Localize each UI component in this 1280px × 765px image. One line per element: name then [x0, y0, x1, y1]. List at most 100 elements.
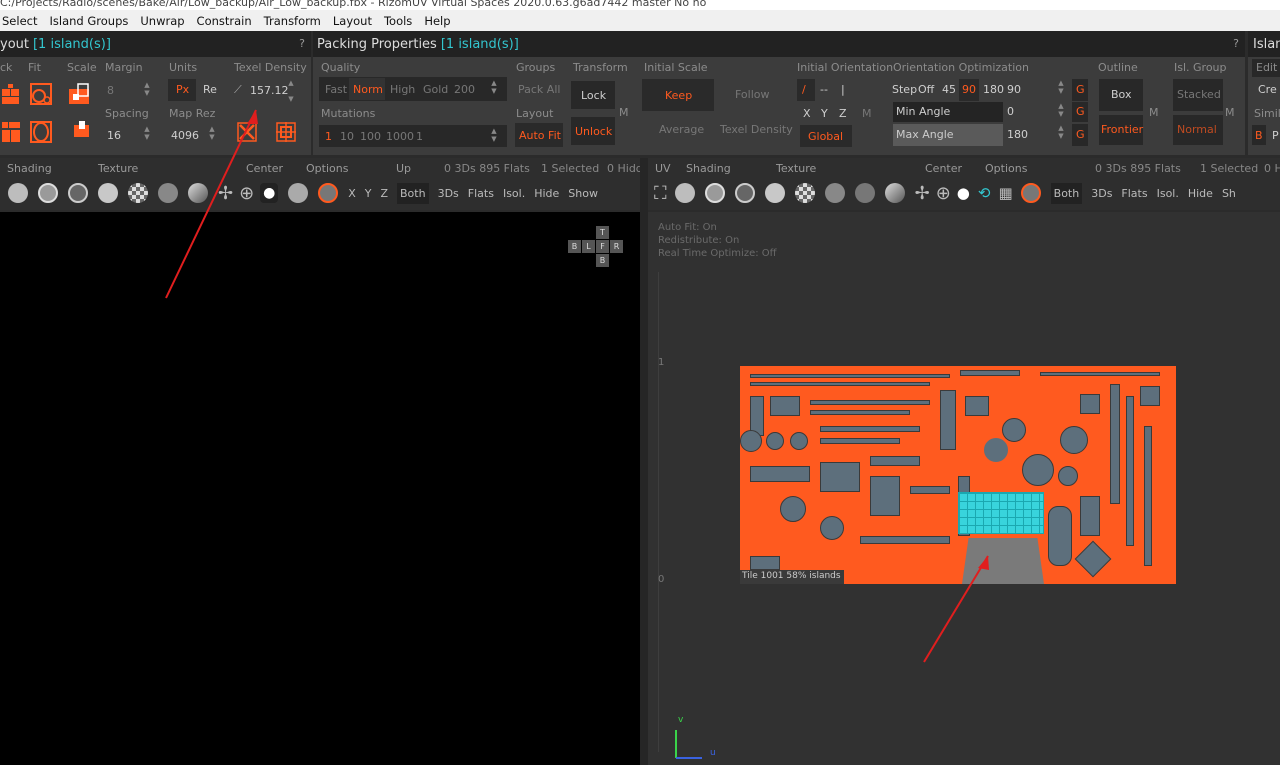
pack-icon[interactable] [0, 83, 22, 105]
uv-island[interactable] [1126, 396, 1134, 546]
3ds-button-3d[interactable]: 3Ds [438, 187, 459, 200]
p-button[interactable]: P [1272, 129, 1279, 142]
fit-icon[interactable] [30, 83, 52, 105]
fit-oval-icon[interactable] [30, 121, 52, 143]
lock-button[interactable]: Lock [571, 81, 615, 109]
uv-island[interactable] [1060, 426, 1088, 454]
uv-island[interactable] [770, 396, 800, 416]
axis-m[interactable]: M [862, 107, 872, 120]
auto-fit-button[interactable]: Auto Fit [515, 123, 563, 147]
eyedropper-icon[interactable]: ⟋ [234, 83, 242, 97]
show-button-3d[interactable]: Show [568, 187, 598, 200]
backface-icon[interactable] [288, 183, 309, 203]
max-angle-value[interactable]: 180 [1007, 128, 1028, 141]
axis-z[interactable]: Z [839, 107, 847, 120]
uv-island[interactable] [820, 462, 860, 492]
units-re-button[interactable]: Re [203, 83, 217, 96]
mutation-100[interactable]: 100 [360, 130, 381, 143]
texel-density-scale-button[interactable]: Texel Density [720, 123, 793, 136]
average-button[interactable]: Average [659, 123, 704, 136]
flats-button-3d[interactable]: Flats [468, 187, 494, 200]
texture-dots-icon[interactable] [158, 183, 178, 203]
shading-flat-icon[interactable] [8, 183, 28, 203]
selected-uv-island[interactable] [958, 492, 1044, 534]
orient-horizontal-button[interactable]: -- [820, 83, 828, 96]
uv-island[interactable] [1058, 466, 1078, 486]
edit-tab[interactable]: Edit [1252, 59, 1280, 77]
uv-island[interactable] [766, 432, 784, 450]
both-button-uv[interactable]: Both [1050, 182, 1083, 204]
axis-x[interactable]: X [803, 107, 811, 120]
margin-value[interactable]: 8 [107, 84, 114, 97]
mutation-spinner-icon[interactable]: ▲ ▼ [490, 127, 498, 145]
up-axis-z[interactable]: Z [380, 187, 388, 200]
layout-help-icon[interactable]: ? [299, 37, 305, 50]
isl-group-stacked-button[interactable]: Stacked [1173, 79, 1223, 111]
uv-lock-icon[interactable]: ⟲ [978, 184, 991, 202]
3ds-button-uv[interactable]: 3Ds [1091, 187, 1112, 200]
axis-y[interactable]: Y [821, 107, 828, 120]
uv-island[interactable] [960, 370, 1020, 376]
packing-help-icon[interactable]: ? [1233, 37, 1239, 50]
map-rez-spinner-icon[interactable]: ▲ ▼ [208, 125, 216, 143]
mutation-1[interactable]: 1 [325, 130, 332, 143]
uv-island[interactable] [780, 496, 806, 522]
shading-wire-solid-icon[interactable] [68, 183, 88, 203]
quality-spinner-icon[interactable]: ▲ ▼ [490, 79, 498, 97]
flats-button-uv[interactable]: Flats [1121, 187, 1147, 200]
menu-help[interactable]: Help [424, 14, 450, 28]
uv-island[interactable] [1110, 384, 1120, 504]
quality-value[interactable]: 200 [454, 83, 475, 96]
texel-density-value[interactable]: 157.12 [250, 84, 289, 97]
uv-island[interactable] [820, 516, 844, 540]
uv-island[interactable] [1080, 394, 1100, 414]
uv-island[interactable] [870, 476, 900, 516]
step-45[interactable]: 45 [942, 83, 956, 96]
menu-transform[interactable]: Transform [264, 14, 321, 28]
isol-button-uv[interactable]: Isol. [1157, 187, 1179, 200]
create-button[interactable]: Cre [1258, 83, 1277, 96]
uv-tile-1001[interactable]: Tile 1001 58% islands [740, 366, 1176, 584]
uv-island[interactable] [1080, 496, 1100, 536]
map-rez-value[interactable]: 4096 [171, 129, 199, 142]
light-icon[interactable]: ● [260, 183, 279, 203]
scale-icon[interactable] [68, 83, 90, 105]
center-selection-icon[interactable]: ✢ [218, 183, 233, 204]
view-back[interactable]: B [568, 240, 581, 253]
viewport-3d[interactable]: T B L F R B [0, 212, 640, 765]
uv-light-icon[interactable]: ● [957, 184, 970, 202]
scale-group-icon[interactable] [70, 119, 92, 141]
texture-checker-icon[interactable] [128, 183, 148, 203]
uv-shading-flat-icon[interactable] [674, 183, 695, 203]
spacing-value[interactable]: 16 [107, 129, 121, 142]
menu-unwrap[interactable]: Unwrap [140, 14, 184, 28]
global-button[interactable]: Global [800, 125, 852, 147]
uv-island[interactable] [860, 536, 950, 544]
center-all-icon[interactable]: ⊕ [239, 183, 254, 204]
uv-island[interactable] [750, 556, 780, 570]
quality-high[interactable]: High [390, 83, 415, 96]
uv-island[interactable] [750, 382, 930, 386]
menu-select[interactable]: Select [2, 14, 37, 28]
pack-group-icon[interactable] [0, 121, 22, 143]
follow-button[interactable]: Follow [735, 88, 770, 101]
step-spinner-icon[interactable]: ▲ ▼ [1057, 79, 1065, 97]
margin-spinner-icon[interactable]: ▲ ▼ [143, 81, 151, 99]
uv-texture-custom-icon[interactable] [884, 183, 905, 203]
bg-color-icon[interactable] [318, 183, 339, 203]
view-cube[interactable]: T B L F R B [566, 226, 626, 270]
uv-island[interactable] [910, 486, 950, 494]
min-angle-value[interactable]: 0 [1007, 105, 1014, 118]
uv-island[interactable] [1074, 540, 1112, 578]
outline-frontier-button[interactable]: Frontier [1099, 115, 1143, 145]
uv-island[interactable] [750, 374, 950, 378]
up-axis-x[interactable]: X [348, 187, 356, 200]
max-angle-field[interactable]: Max Angle [893, 124, 1003, 146]
view-left[interactable]: L [582, 240, 595, 253]
b-button[interactable]: B [1252, 125, 1266, 145]
uv-island[interactable] [820, 438, 900, 444]
uv-island[interactable] [750, 466, 810, 482]
uv-island[interactable] [810, 410, 910, 415]
quality-norm[interactable]: Norm [349, 78, 385, 100]
quality-gold[interactable]: Gold [423, 83, 448, 96]
